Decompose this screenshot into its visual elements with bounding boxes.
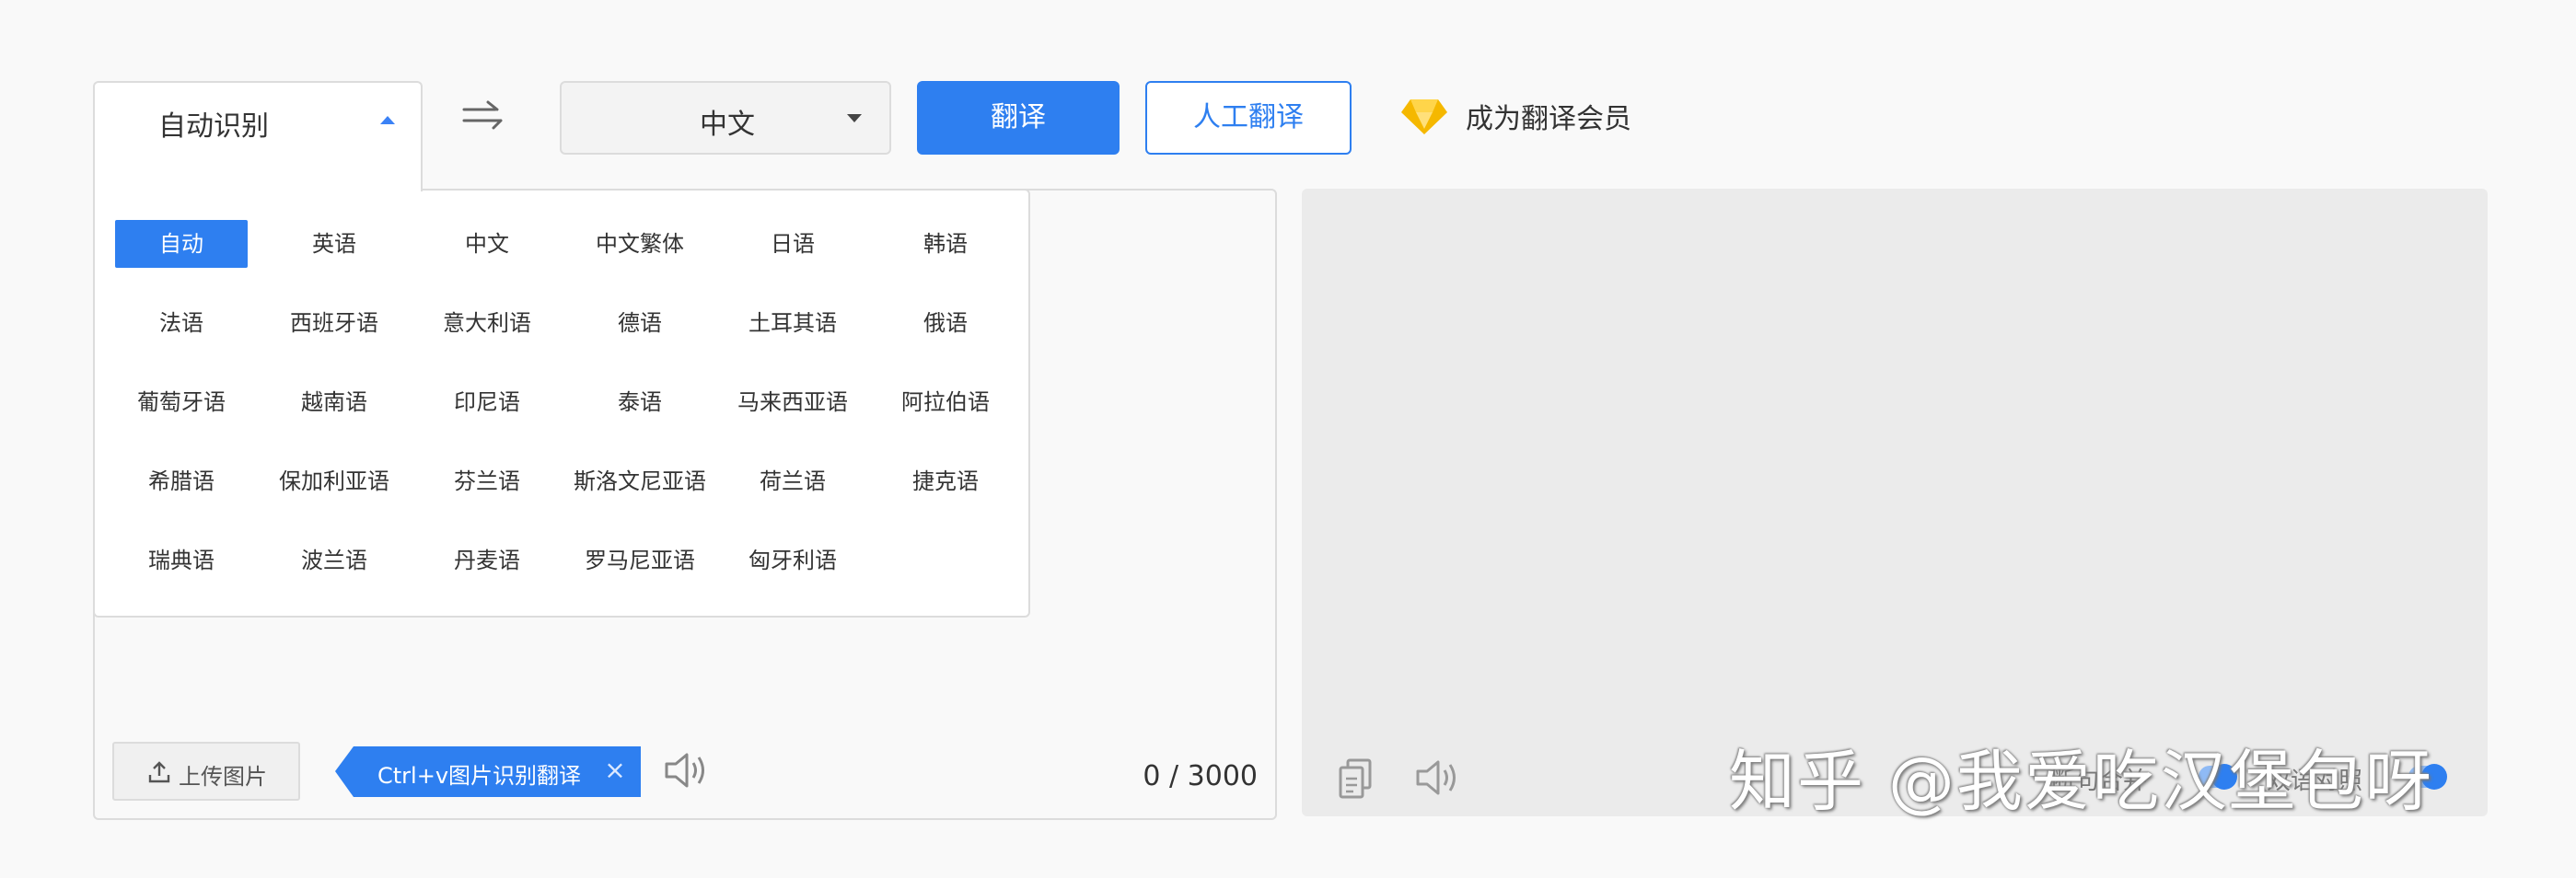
language-dropdown: 自动 英语 中文 中文繁体 日语 韩语法语 西班牙语 意大利语 德语 土耳其语 俄语葡萄牙语 越南语印… [93,189,1030,618]
upload-image-button[interactable]: 上传图片 [112,742,300,801]
copy-icon[interactable] [1339,758,1372,799]
language-option[interactable]: 西班牙语 [268,299,400,347]
language-option[interactable]: 芬兰语 [421,457,553,505]
swap-languages-icon[interactable] [460,94,505,138]
language-option[interactable]: 韩语 [879,220,1012,268]
language-option[interactable]: 马来西亚语 [726,378,859,426]
upload-icon [148,761,170,783]
language-option[interactable]: 保加利亚语 [268,457,400,505]
human-translate-button[interactable]: 人工翻译 [1145,81,1352,155]
caret-down-icon [847,114,862,122]
language-option[interactable]: 法语 [115,299,248,347]
language-option[interactable]: 斯洛文尼亚语 [574,457,706,505]
language-option[interactable]: 波兰语 [268,537,400,584]
become-vip-link[interactable]: 成为翻译会员 [1466,96,1631,136]
watermark: 知乎 @我爱吃汉堡包呀 [1729,743,2433,820]
character-counter: 0 / 3000 [1143,760,1258,792]
language-option[interactable]: 英语 [268,220,400,268]
upload-image-label: 上传图片 [179,764,267,790]
source-language-label: 自动识别 [158,110,269,143]
close-icon[interactable]: × [602,757,628,783]
translate-button[interactable]: 翻译 [917,81,1120,155]
paste-image-tip: Ctrl+v图片识别翻译 × [335,746,641,797]
target-language-select[interactable]: 中文 [560,81,891,155]
language-option[interactable]: 泰语 [574,378,706,426]
speaker-icon[interactable] [663,749,711,791]
translation-output-panel [1302,189,2488,816]
language-option[interactable]: 日语 [726,220,859,268]
output-speaker-icon[interactable] [1414,757,1462,799]
diamond-icon[interactable] [1399,92,1449,138]
language-option[interactable]: 荷兰语 [726,457,859,505]
caret-up-icon [380,116,395,124]
language-option[interactable]: 中文 [421,220,553,268]
language-option[interactable]: 意大利语 [421,299,553,347]
paste-image-tip-label: Ctrl+v图片识别翻译 [377,763,582,789]
language-option[interactable]: 罗马尼亚语 [574,537,706,584]
language-option[interactable]: 阿拉伯语 [879,378,1012,426]
source-language-select[interactable]: 自动识别 [93,81,423,191]
language-option[interactable]: 瑞典语 [115,537,248,584]
language-option[interactable]: 俄语 [879,299,1012,347]
language-option[interactable]: 匈牙利语 [726,537,859,584]
language-option[interactable]: 土耳其语 [726,299,859,347]
language-option[interactable]: 自动 [115,220,248,268]
target-language-label: 中文 [700,109,755,141]
language-option[interactable]: 捷克语 [879,457,1012,505]
language-option[interactable]: 中文繁体 [574,220,706,268]
language-option[interactable]: 葡萄牙语 [115,378,248,426]
language-option[interactable]: 印尼语 [421,378,553,426]
language-option[interactable]: 越南语 [268,378,400,426]
language-option[interactable]: 德语 [574,299,706,347]
language-option[interactable]: 希腊语 [115,457,248,505]
language-option[interactable]: 丹麦语 [421,537,553,584]
